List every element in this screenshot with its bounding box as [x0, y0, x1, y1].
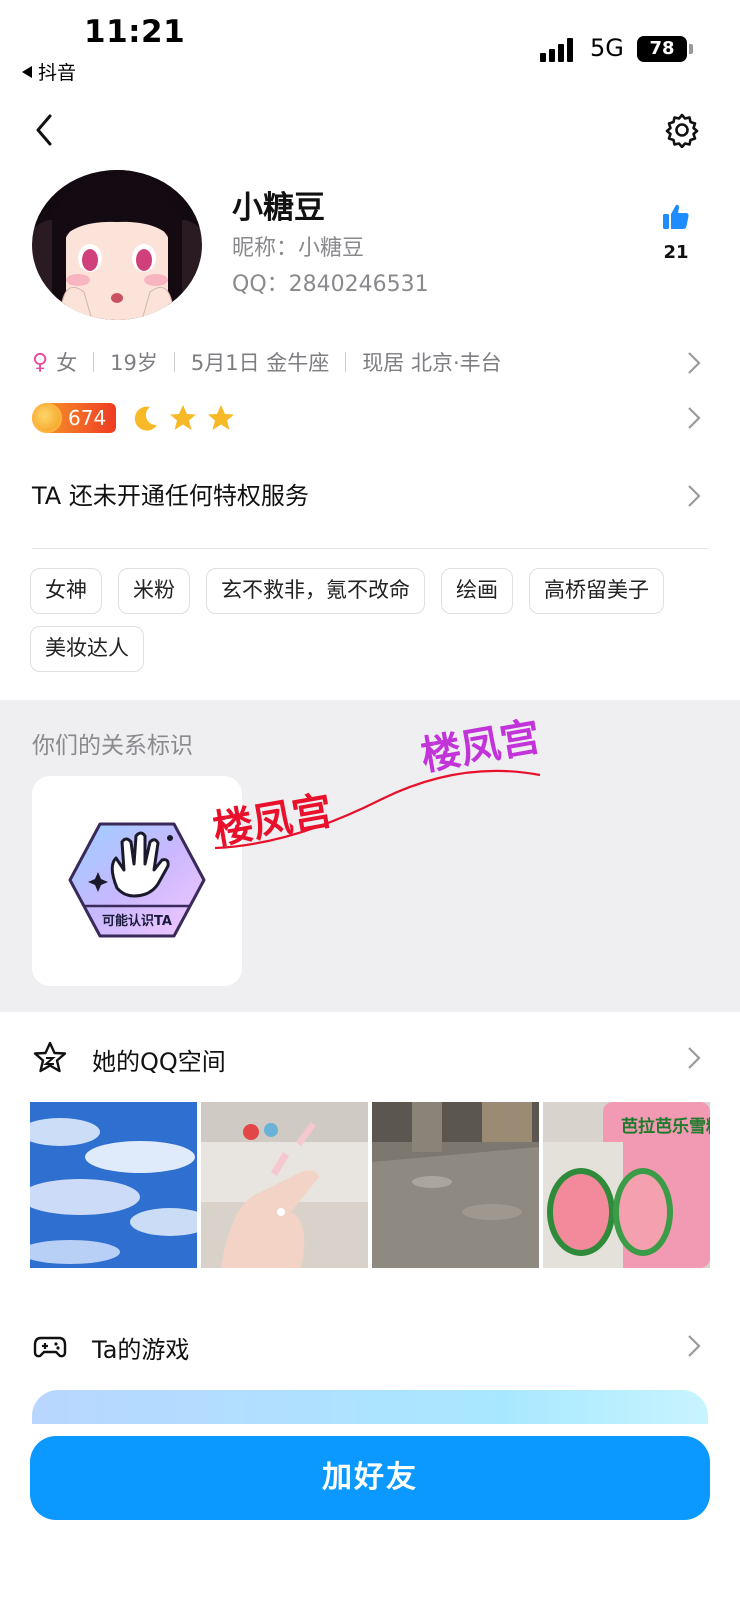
status-time: 11:21	[84, 14, 186, 50]
battery-level: 78	[637, 36, 687, 62]
qzone-label: 她的QQ空间	[92, 1048, 226, 1076]
divider	[173, 352, 175, 372]
qq-level-row[interactable]: 674	[32, 398, 708, 438]
chevron-right-icon	[688, 485, 701, 507]
back-triangle-icon	[22, 65, 32, 78]
back-app-label: 抖音	[38, 62, 77, 84]
tag-item[interactable]: 高桥留美子	[529, 568, 664, 614]
divider	[345, 352, 347, 372]
tag-item[interactable]: 美妆达人	[30, 626, 144, 672]
photo-thumbnail[interactable]	[372, 1102, 539, 1268]
qzone-row[interactable]: 她的QQ空间	[32, 1030, 708, 1086]
avatar-anime-girl-image	[32, 170, 202, 320]
profile-nickname: 昵称：小糖豆	[232, 236, 365, 261]
relation-title: 你们的关系标识	[32, 733, 193, 759]
status-bar: 11:21 抖音 5G 78	[0, 0, 740, 92]
ice-cream-brand-text: 芭拉芭乐雪糕	[621, 1116, 710, 1137]
add-friend-button[interactable]: 加好友	[30, 1436, 710, 1520]
tag-item[interactable]: 绘画	[441, 568, 513, 614]
divider	[32, 548, 708, 549]
relation-badge-label: 可能认识TA	[102, 914, 172, 929]
tag-item[interactable]: 玄不救非，氪不改命	[206, 568, 425, 614]
polished-floor-image	[372, 1102, 539, 1268]
profile-qq-number[interactable]: QQ：2840246531	[232, 266, 429, 298]
photo-thumbnail[interactable]	[201, 1102, 368, 1268]
photo-thumbnail[interactable]: 芭拉芭乐雪糕	[543, 1102, 710, 1268]
manicure-hand-image	[201, 1102, 368, 1268]
battery-tip-icon	[689, 44, 693, 54]
level-value: 674	[68, 406, 107, 430]
thumbs-up-icon	[663, 204, 689, 229]
chevron-right-icon	[688, 1047, 701, 1069]
chevron-right-icon	[688, 352, 701, 374]
game-banner[interactable]	[32, 1390, 708, 1424]
chevron-right-icon	[688, 1335, 701, 1357]
vip-level-badge: 674	[32, 403, 117, 433]
photo-thumbnail[interactable]	[30, 1102, 197, 1268]
moon-icon	[135, 406, 158, 431]
location-text: 现居 北京·丰台	[362, 351, 502, 375]
like-button[interactable]: 21	[656, 202, 696, 272]
qzone-star-icon	[33, 1041, 67, 1073]
relation-section: 你们的关系标识 可能认识TA 楼凤宫 楼凤宫	[0, 700, 740, 1012]
gender-text: 女	[56, 351, 78, 375]
star-icon	[170, 405, 197, 430]
network-type: 5G	[590, 34, 624, 62]
sky-clouds-image	[30, 1102, 197, 1268]
signal-icon	[540, 38, 578, 62]
like-count: 21	[663, 242, 689, 263]
age-text: 19岁	[110, 351, 158, 375]
games-label: Ta的游戏	[92, 1336, 190, 1364]
guava-ice-cream-image: 芭拉芭乐雪糕	[543, 1102, 710, 1268]
basic-info-row[interactable]: ♀ 女 19岁 5月1日 金牛座 现居 北京·丰台	[32, 342, 708, 382]
gamepad-icon	[33, 1336, 67, 1358]
divider	[93, 352, 95, 372]
avatar[interactable]	[32, 170, 202, 320]
coin-icon	[32, 403, 62, 433]
back-to-app[interactable]: 抖音	[22, 58, 76, 85]
female-icon: ♀	[32, 349, 49, 375]
back-arrow-icon[interactable]	[28, 110, 62, 150]
games-row[interactable]: Ta的游戏	[32, 1318, 708, 1374]
privilege-row[interactable]: TA 还未开通任何特权服务	[32, 468, 708, 524]
birthday-text: 5月1日 金牛座	[190, 351, 330, 375]
chevron-right-icon	[688, 407, 701, 429]
interest-tags: 女神 米粉 玄不救非，氪不改命 绘画 高桥留美子 美妆达人	[30, 568, 720, 672]
top-nav	[0, 100, 740, 162]
tag-item[interactable]: 米粉	[118, 568, 190, 614]
settings-gear-icon[interactable]	[664, 112, 700, 148]
profile-name: 小糖豆	[232, 190, 325, 226]
qzone-photos: 芭拉芭乐雪糕	[30, 1102, 710, 1268]
star-icon	[208, 405, 235, 430]
tag-item[interactable]: 女神	[30, 568, 102, 614]
